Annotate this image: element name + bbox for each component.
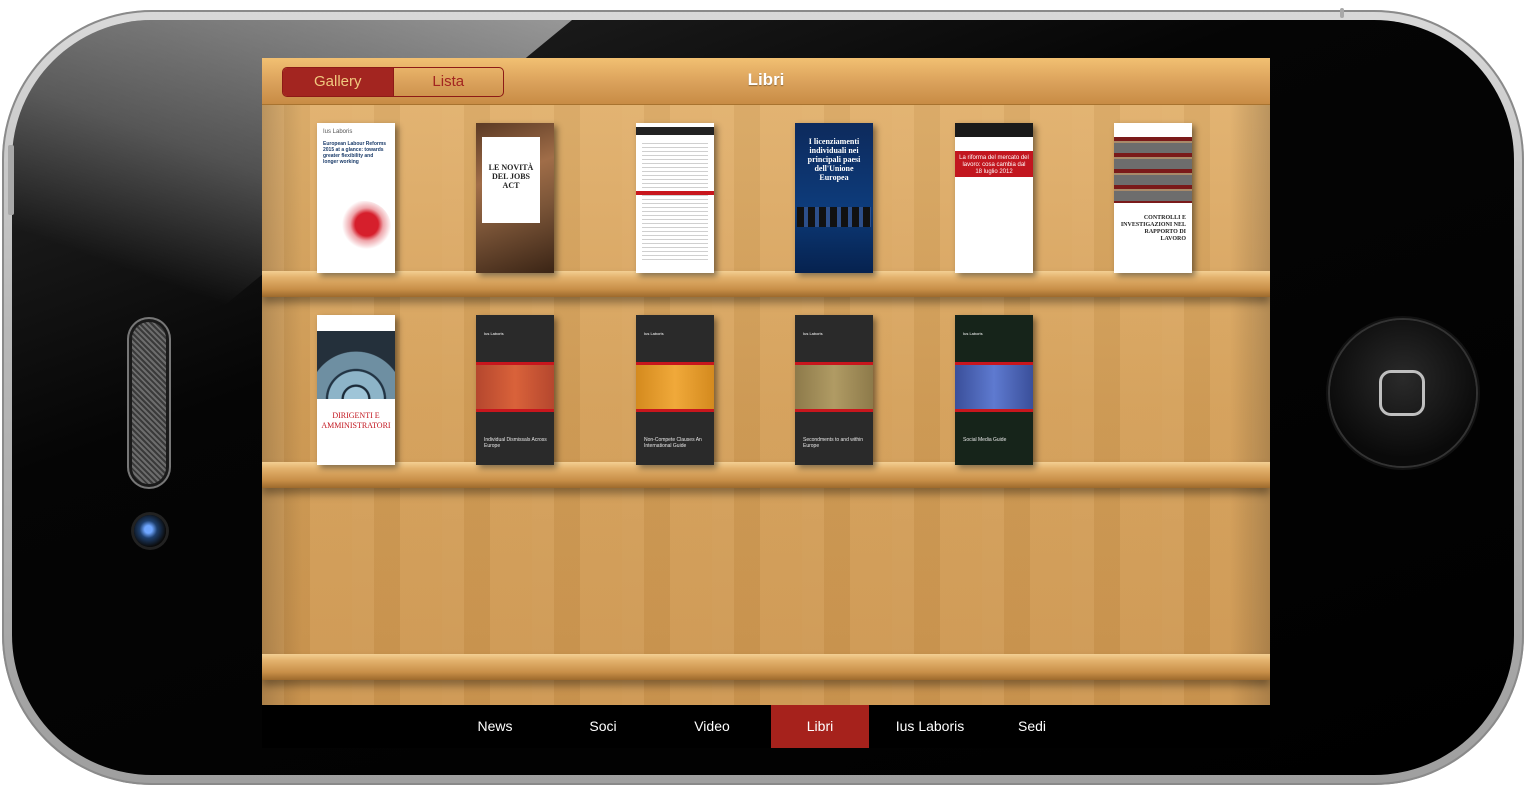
document-text-lines <box>642 143 708 263</box>
book-logo: Ius Laboris <box>484 331 504 336</box>
tab-libri[interactable]: Libri <box>771 705 869 748</box>
book-title: Individual Dismissals Across Europe <box>484 437 547 449</box>
cover-header-bar <box>955 123 1033 137</box>
book-cover[interactable]: DIRIGENTI E AMMINISTRATORI <box>317 315 395 465</box>
bookshelf: Ius Laboris European Labour Reforms 2015… <box>262 105 1270 705</box>
tab-ius-laboris[interactable]: Ius Laboris <box>884 705 976 748</box>
bookshelf-photo-icon <box>1114 137 1192 203</box>
world-map-band-icon <box>955 362 1033 412</box>
tab-bar: News Soci Video Libri Ius Laboris Sedi <box>262 705 1270 748</box>
tab-soci[interactable]: Soci <box>566 705 640 748</box>
navigation-bar: Gallery Lista Libri <box>262 58 1270 105</box>
shelf-3 <box>262 654 1270 680</box>
book-title: European Labour Reforms 2015 at a glance… <box>323 141 387 165</box>
book-logo: Ius Laboris <box>963 331 983 336</box>
tab-sedi[interactable]: Sedi <box>997 705 1067 748</box>
book-title: I licenziamenti individuali nei principa… <box>807 137 861 182</box>
book-cover[interactable]: Ius Laboris Social Media Guide <box>955 315 1033 465</box>
book-cover[interactable] <box>636 123 714 273</box>
book-cover[interactable]: LE NOVITÀ DEL JOBS ACT <box>476 123 554 273</box>
page-title: Libri <box>747 70 785 89</box>
book-cover[interactable]: La riforma del mercato del lavoro: cosa … <box>955 123 1033 273</box>
top-button-icon <box>1340 8 1344 18</box>
book-title: CONTROLLI E INVESTIGAZIONI NEL RAPPORTO … <box>1120 215 1186 242</box>
book-cover[interactable]: Ius Laboris Individual Dismissals Across… <box>476 315 554 465</box>
book-cover[interactable]: CONTROLLI E INVESTIGAZIONI NEL RAPPORTO … <box>1114 123 1192 273</box>
book-logo: Ius Laboris <box>323 129 353 135</box>
speaker-grille-icon <box>132 322 166 484</box>
book-cover[interactable]: I licenziamenti individuali nei principa… <box>795 123 873 273</box>
book-title: Secondments to and within Europe <box>803 437 864 449</box>
glass-dome-photo-icon <box>317 331 395 399</box>
book-logo: Ius Laboris <box>644 331 664 336</box>
world-map-band-icon <box>636 362 714 412</box>
book-cover[interactable]: Ius Laboris Non-Compete Clauses An Inter… <box>636 315 714 465</box>
book-title: LE NOVITÀ DEL JOBS ACT <box>488 163 534 190</box>
book-cover[interactable]: Ius Laboris Secondments to and within Eu… <box>795 315 873 465</box>
cover-red-band: La riforma del mercato del lavoro: cosa … <box>955 151 1033 177</box>
world-map-band-icon <box>795 362 873 412</box>
book-title: DIRIGENTI E AMMINISTRATORI <box>321 411 391 430</box>
book-logo: Ius Laboris <box>803 331 823 336</box>
book-cover[interactable]: Ius Laboris European Labour Reforms 2015… <box>317 123 395 273</box>
shelf-2 <box>262 462 1270 488</box>
side-button-icon <box>8 145 14 215</box>
book-title: La riforma del mercato del lavoro: cosa … <box>959 155 1029 175</box>
cover-red-stripe <box>636 191 714 195</box>
camera-icon <box>134 515 166 547</box>
world-map-band-icon <box>476 362 554 412</box>
tab-video[interactable]: Video <box>675 705 749 748</box>
cover-header-bar <box>636 127 714 135</box>
book-title: Non-Compete Clauses An International Gui… <box>644 437 702 449</box>
app-screen: Gallery Lista Libri Ius Laboris European… <box>262 58 1270 748</box>
europe-map-icon <box>337 201 391 253</box>
shelf-1 <box>262 271 1270 297</box>
book-label-card: LE NOVITÀ DEL JOBS ACT <box>482 137 540 223</box>
book-title: Social Media Guide <box>963 437 1007 443</box>
home-square-icon <box>1379 370 1425 416</box>
conference-people-icon <box>797 207 871 227</box>
tab-news[interactable]: News <box>460 705 530 748</box>
